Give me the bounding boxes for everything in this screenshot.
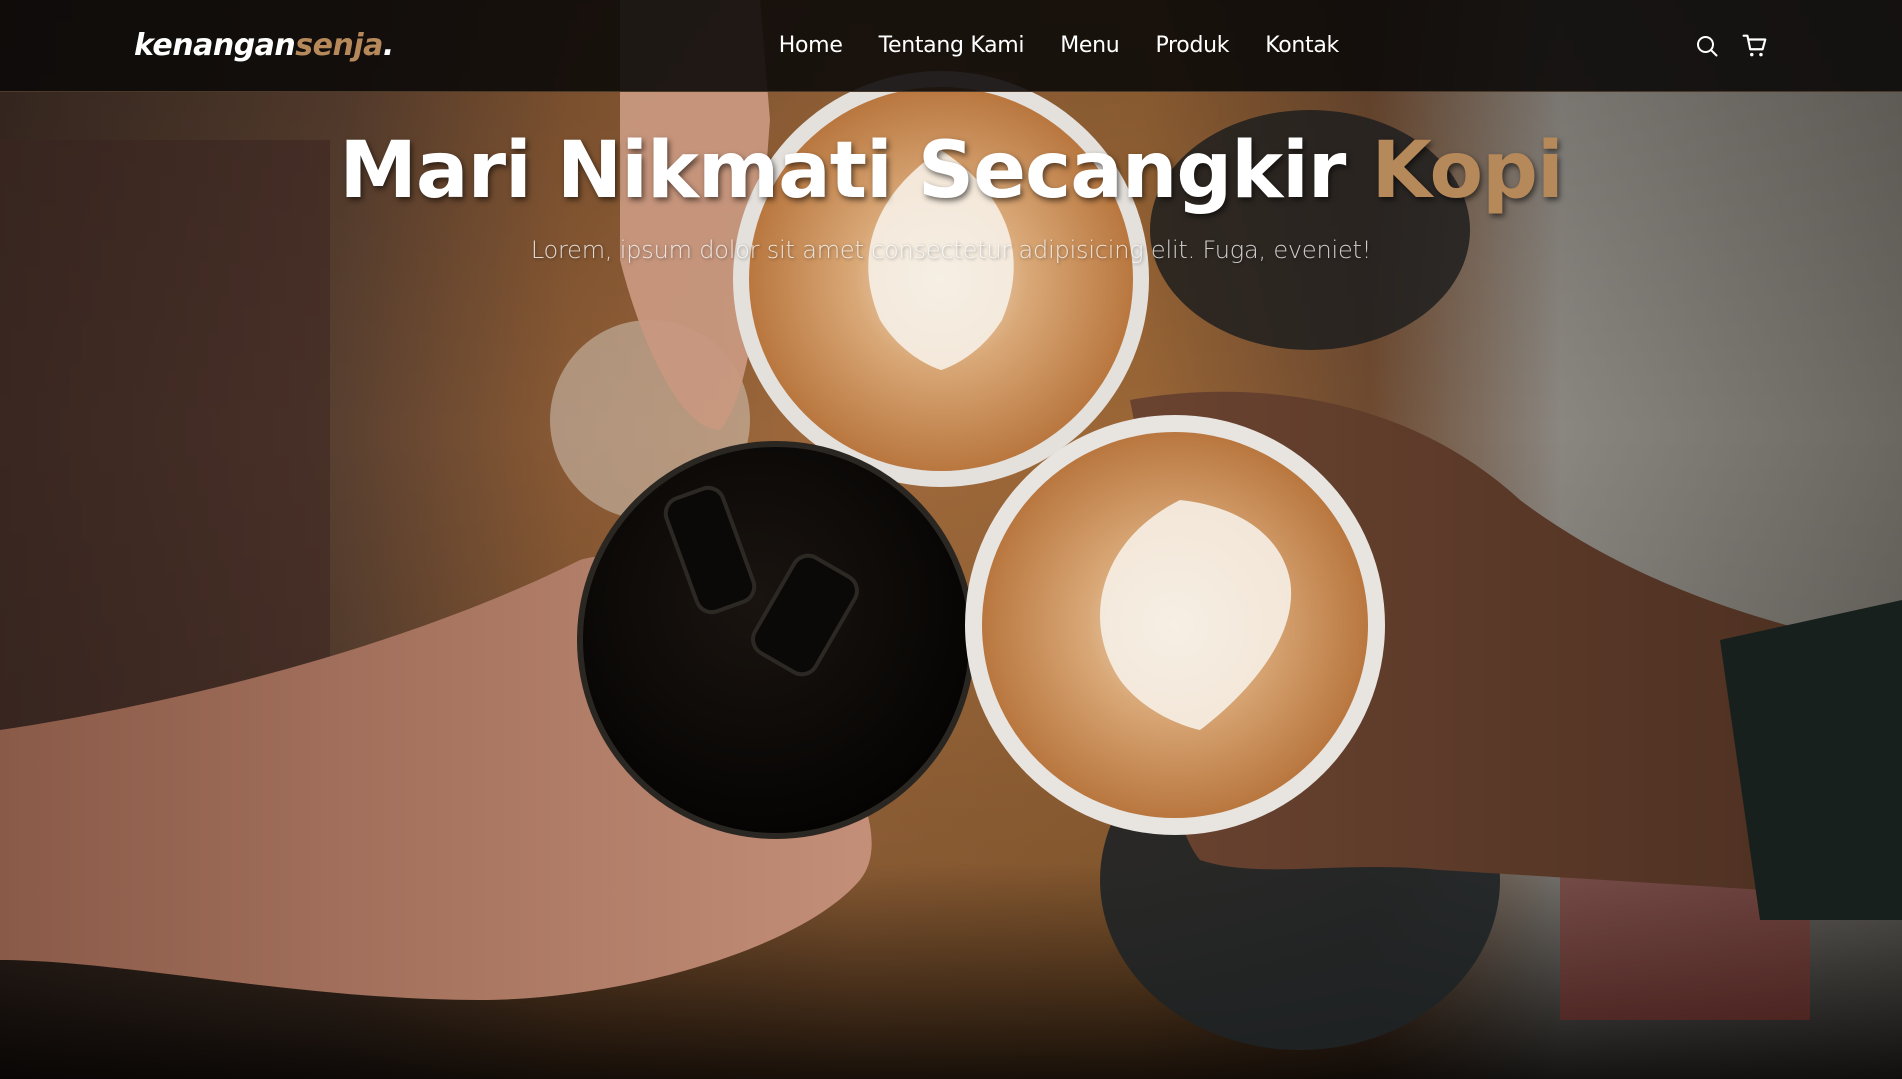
shopping-cart-button[interactable]	[1742, 33, 1768, 59]
hero-title-main: Mari Nikmati Secangkir	[339, 126, 1372, 216]
search-button[interactable]	[1694, 33, 1720, 59]
navbar: kenangansenja. Home Tentang Kami Menu Pr…	[0, 0, 1902, 92]
hero-title: Mari Nikmati Secangkir Kopi	[0, 118, 1902, 224]
brand-name-main: kenangan	[134, 28, 296, 63]
brand-logo[interactable]: kenangansenja.	[134, 28, 394, 63]
nav-item-produk[interactable]: Produk	[1155, 33, 1229, 58]
nav-extra	[1694, 33, 1768, 59]
brand-name-accent: senja	[295, 28, 383, 63]
hero-title-accent: Kopi	[1371, 126, 1563, 216]
hero-content: Mari Nikmati Secangkir Kopi Lorem, ipsum…	[0, 118, 1902, 264]
search-icon	[1697, 35, 1718, 56]
nav-item-tentang-kami[interactable]: Tentang Kami	[879, 33, 1025, 58]
nav-item-menu[interactable]: Menu	[1060, 33, 1120, 58]
brand-name-dot: .	[382, 28, 394, 63]
shopping-cart-icon	[1742, 34, 1767, 56]
nav-links: Home Tentang Kami Menu Produk Kontak	[779, 33, 1340, 58]
nav-item-kontak[interactable]: Kontak	[1265, 33, 1339, 58]
hero-subtitle: Lorem, ipsum dolor sit amet consectetur …	[530, 236, 1372, 264]
nav-item-home[interactable]: Home	[779, 33, 843, 58]
